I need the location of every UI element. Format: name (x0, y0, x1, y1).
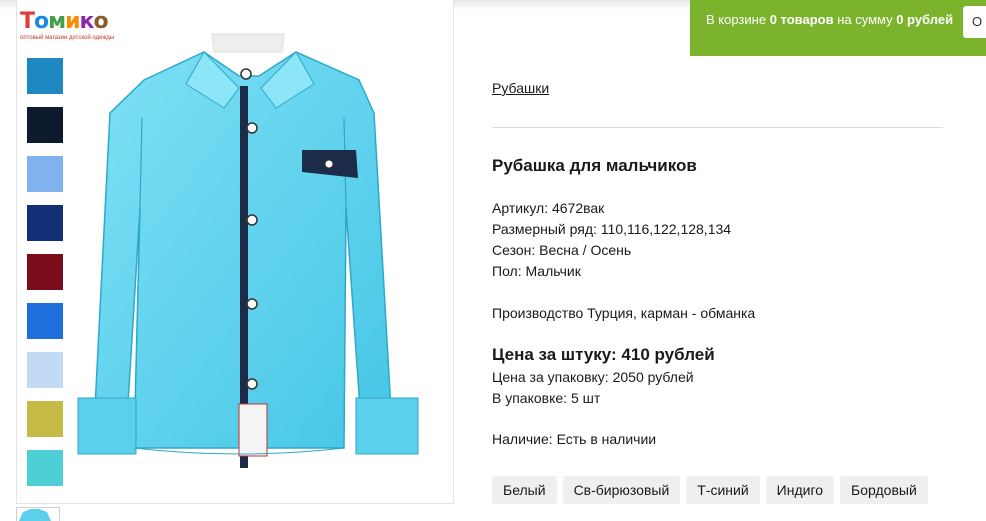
color-swatch-thumbnail[interactable] (27, 303, 63, 339)
color-swatch-thumbnail[interactable] (27, 156, 63, 192)
price-per-unit: Цена за штуку: 410 рублей (492, 345, 715, 364)
color-swatch-thumbnail[interactable] (27, 254, 63, 290)
product-description: Производство Турция, карман - обманка (492, 305, 756, 321)
product-photo-shirt[interactable] (74, 28, 446, 468)
thumbnail-shirt-icon (19, 509, 51, 521)
color-option-indigo[interactable]: Индиго (765, 476, 835, 504)
color-swatch-list (27, 58, 63, 499)
product-title: Рубашка для мальчиков (492, 156, 697, 175)
product-sizes: Размерный ряд: 110,116,122,128,134 (492, 221, 732, 237)
cart-order-button[interactable]: О (963, 6, 986, 38)
pack-quantity: В упаковке: 5 шт (492, 390, 601, 406)
product-gender: Пол: Мальчик (492, 263, 581, 279)
cart-summary-text: В корзине 0 товаров на сумму 0 рублей (706, 12, 954, 27)
gallery-thumbnail[interactable] (16, 507, 60, 521)
color-swatch-thumbnail[interactable] (27, 401, 63, 437)
color-swatch-thumbnail[interactable] (27, 58, 63, 94)
color-option-white[interactable]: Белый (492, 476, 557, 504)
color-swatch-thumbnail[interactable] (27, 205, 63, 241)
color-swatch-thumbnail[interactable] (27, 107, 63, 143)
breadcrumb-category-link[interactable]: Рубашки (492, 80, 549, 96)
color-option-light-turquoise[interactable]: Св-бирюзовый (562, 476, 681, 504)
color-options: Белый Св-бирюзовый Т-синий Индиго Бордов… (492, 476, 928, 504)
color-option-burgundy[interactable]: Бордовый (840, 476, 928, 504)
color-swatch-thumbnail[interactable] (27, 450, 63, 486)
color-swatch-thumbnail[interactable] (27, 352, 63, 388)
availability-status: Наличие: Есть в наличии (492, 431, 657, 447)
color-option-dark-blue[interactable]: Т-синий (686, 476, 760, 504)
price-per-pack: Цена за упаковку: 2050 рублей (492, 369, 694, 385)
divider (492, 127, 943, 128)
product-season: Сезон: Весна / Осень (492, 242, 632, 258)
product-article: Артикул: 4672вак (492, 200, 605, 216)
cart-summary-bar[interactable]: В корзине 0 товаров на сумму 0 рублей О (690, 0, 986, 56)
